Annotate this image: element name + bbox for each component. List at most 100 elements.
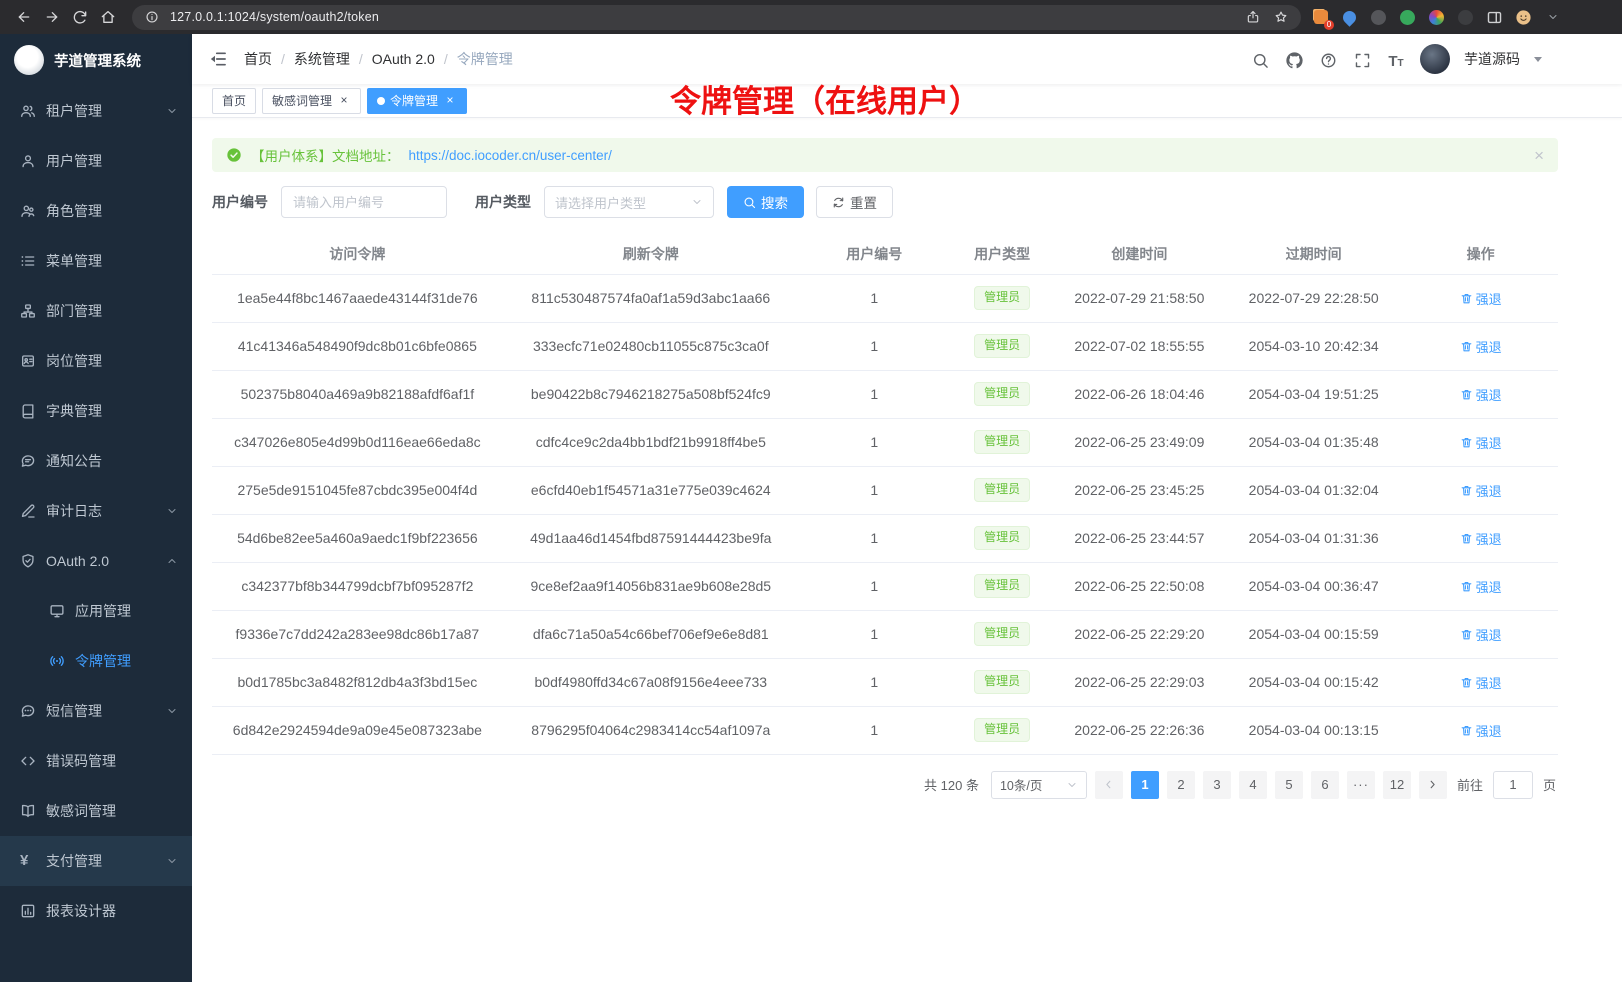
breadcrumb-item[interactable]: 系统管理 (294, 49, 350, 69)
force-logout-button[interactable]: 强退 (1460, 625, 1502, 644)
extension-orange-icon[interactable]: 0 (1311, 8, 1330, 27)
close-tab-icon[interactable]: × (443, 94, 457, 108)
prev-page-button[interactable] (1095, 771, 1123, 799)
force-logout-button[interactable]: 强退 (1460, 481, 1502, 500)
sidebar-item-OAuth 2.0[interactable]: OAuth 2.0 (0, 536, 192, 586)
extension-blue-icon[interactable] (1340, 8, 1359, 27)
breadcrumb-item[interactable]: 首页 (244, 49, 272, 69)
info-icon[interactable] (142, 7, 162, 27)
user-type-label: 用户类型 (475, 192, 531, 212)
reset-button[interactable]: 重置 (816, 186, 893, 218)
address-bar[interactable]: 127.0.0.1:1024/system/oauth2/token (132, 5, 1301, 30)
menu-label: 字典管理 (46, 401, 102, 421)
profile-avatar-icon[interactable] (1514, 8, 1533, 27)
tags-view: 首页敏感词管理×令牌管理× (192, 84, 1622, 118)
chevron-down-icon (166, 705, 178, 717)
breadcrumb-item[interactable]: OAuth 2.0 (372, 51, 435, 67)
post-icon (20, 353, 36, 369)
sidebar-item-短信管理[interactable]: 短信管理 (0, 686, 192, 736)
help-icon[interactable] (1318, 49, 1338, 69)
user-type-tag: 管理员 (974, 526, 1030, 550)
extension-green-icon[interactable] (1398, 8, 1417, 27)
search-icon[interactable] (1250, 49, 1270, 69)
close-alert-icon[interactable]: × (1534, 147, 1544, 164)
pagination: 共 120 条 10条/页 123456···12 前往 页 (212, 771, 1558, 799)
forward-icon[interactable] (38, 3, 66, 31)
user-type-select[interactable]: 请选择用户类型 (544, 186, 714, 218)
sidebar-item-错误码管理[interactable]: 错误码管理 (0, 736, 192, 786)
chevron-down-icon[interactable] (1543, 8, 1562, 27)
table-body: 1ea5e44f8bc1467aaede43144f31de76811c5304… (212, 274, 1558, 754)
sidebar-item-菜单管理[interactable]: 菜单管理 (0, 236, 192, 286)
page-size-select[interactable]: 10条/页 (991, 771, 1087, 799)
page-button-6[interactable]: 6 (1311, 771, 1339, 799)
page-button-3[interactable]: 3 (1203, 771, 1231, 799)
force-logout-button[interactable]: 强退 (1460, 289, 1502, 308)
chevron-up-icon (166, 555, 178, 567)
page-button-4[interactable]: 4 (1239, 771, 1267, 799)
force-logout-button[interactable]: 强退 (1460, 385, 1502, 404)
sidebar-item-令牌管理[interactable]: 令牌管理 (0, 636, 192, 686)
extension-color-icon[interactable] (1427, 8, 1446, 27)
sidebar-item-支付管理[interactable]: ¥支付管理 (0, 836, 192, 886)
search-button[interactable]: 搜索 (727, 186, 804, 218)
chevron-down-icon[interactable] (1534, 57, 1542, 62)
star-icon[interactable] (1271, 7, 1291, 27)
tab-首页[interactable]: 首页 (212, 88, 256, 114)
username[interactable]: 芋道源码 (1464, 49, 1520, 69)
share-icon[interactable] (1243, 7, 1263, 27)
cell-create-time: 2022-07-02 18:55:55 (1055, 322, 1225, 370)
sidebar-item-租户管理[interactable]: 租户管理 (0, 86, 192, 136)
force-logout-button[interactable]: 强退 (1460, 529, 1502, 548)
app-logo[interactable]: 芋道管理系统 (0, 34, 192, 86)
tab-令牌管理[interactable]: 令牌管理× (367, 88, 467, 114)
force-logout-button[interactable]: 强退 (1460, 337, 1502, 356)
extension-badge: 0 (1324, 20, 1334, 30)
doc-link[interactable]: https://doc.iocoder.cn/user-center/ (409, 148, 612, 163)
table-row: 54d6be82ee5a460a9aedc1f9bf22365649d1aa46… (212, 514, 1558, 562)
sidebar-item-敏感词管理[interactable]: 敏感词管理 (0, 786, 192, 836)
sidebar-item-通知公告[interactable]: 通知公告 (0, 436, 192, 486)
delete-icon (1460, 340, 1473, 353)
cell-access-token: 6d842e2924594de9a09e45e087323abe (212, 706, 503, 754)
extension-dark-icon[interactable] (1369, 8, 1388, 27)
user-avatar[interactable] (1420, 44, 1450, 74)
close-tab-icon[interactable]: × (337, 94, 351, 108)
fullscreen-icon[interactable] (1352, 49, 1372, 69)
cell-expire-time: 2054-03-04 01:31:36 (1224, 514, 1403, 562)
tab-敏感词管理[interactable]: 敏感词管理× (262, 88, 361, 114)
force-logout-button[interactable]: 强退 (1460, 673, 1502, 692)
page-button-1[interactable]: 1 (1131, 771, 1159, 799)
sidebar-item-字典管理[interactable]: 字典管理 (0, 386, 192, 436)
font-size-icon[interactable]: TT (1386, 49, 1406, 69)
cell-expire-time: 2054-03-04 00:13:15 (1224, 706, 1403, 754)
sidebar-item-报表设计器[interactable]: 报表设计器 (0, 886, 192, 936)
force-logout-button[interactable]: 强退 (1460, 721, 1502, 740)
sidebar-item-审计日志[interactable]: 审计日志 (0, 486, 192, 536)
user-type-tag: 管理员 (974, 574, 1030, 598)
back-icon[interactable] (10, 3, 38, 31)
breadcrumb: 首页/系统管理/OAuth 2.0/令牌管理 (244, 49, 513, 69)
split-view-icon[interactable] (1485, 8, 1504, 27)
user-type-tag: 管理员 (974, 382, 1030, 406)
sidebar-item-应用管理[interactable]: 应用管理 (0, 586, 192, 636)
force-logout-button[interactable]: 强退 (1460, 577, 1502, 596)
page-button-2[interactable]: 2 (1167, 771, 1195, 799)
extension-paw-icon[interactable] (1456, 8, 1475, 27)
sidebar-item-部门管理[interactable]: 部门管理 (0, 286, 192, 336)
page-button-5[interactable]: 5 (1275, 771, 1303, 799)
tab-label: 首页 (222, 92, 246, 109)
more-pages-button[interactable]: ··· (1347, 771, 1375, 799)
github-icon[interactable] (1284, 49, 1304, 69)
goto-page-input[interactable] (1493, 771, 1533, 799)
hamburger-icon[interactable] (208, 49, 228, 69)
force-logout-button[interactable]: 强退 (1460, 433, 1502, 452)
sidebar-item-角色管理[interactable]: 角色管理 (0, 186, 192, 236)
home-icon[interactable] (94, 3, 122, 31)
next-page-button[interactable] (1419, 771, 1447, 799)
page-button-12[interactable]: 12 (1383, 771, 1411, 799)
user-id-input[interactable] (281, 186, 447, 218)
sidebar-item-用户管理[interactable]: 用户管理 (0, 136, 192, 186)
reload-icon[interactable] (66, 3, 94, 31)
sidebar-item-岗位管理[interactable]: 岗位管理 (0, 336, 192, 386)
